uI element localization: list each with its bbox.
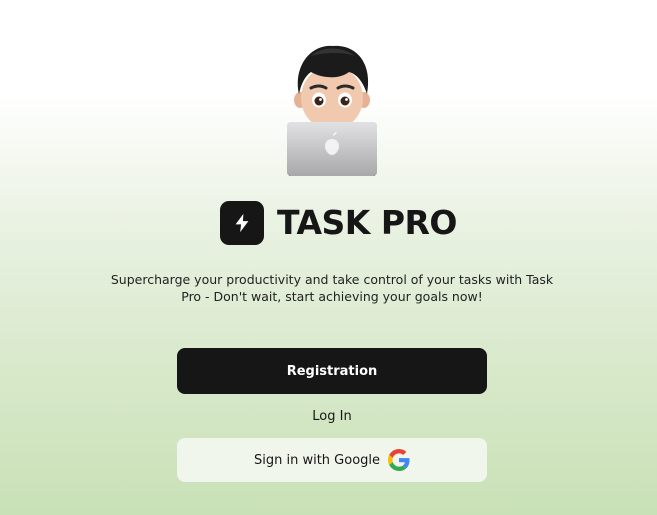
tagline-text: Supercharge your productivity and take c… (110, 272, 554, 304)
welcome-page: TASK PRO Supercharge your productivity a… (0, 0, 657, 515)
google-signin-label: Sign in with Google (253, 452, 381, 468)
login-link[interactable]: Log In (177, 404, 487, 428)
google-signin-button[interactable]: Sign in with Google (177, 438, 487, 482)
brand-header: TASK PRO (220, 201, 457, 245)
app-title: TASK PRO (277, 203, 457, 242)
app-logo (220, 201, 264, 245)
registration-button[interactable]: Registration (177, 348, 487, 394)
lightning-bolt-icon (235, 213, 249, 233)
google-g-icon (388, 449, 410, 471)
memoji-avatar-image (281, 42, 383, 176)
